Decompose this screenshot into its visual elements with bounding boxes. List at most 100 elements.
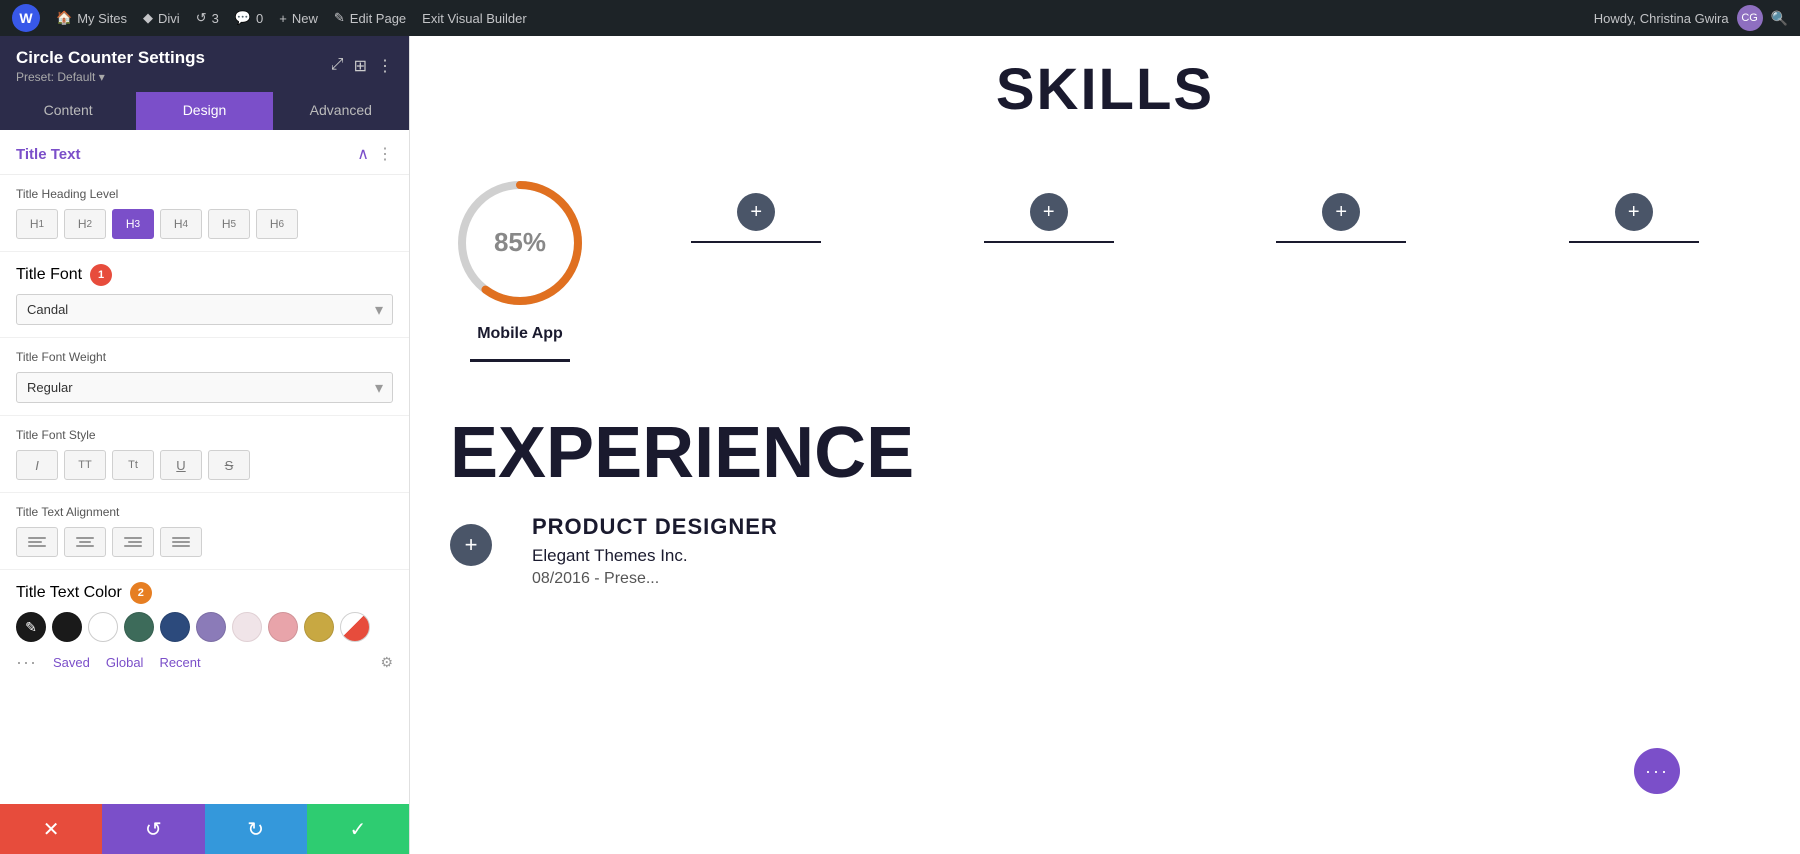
h3-button[interactable]: H3 — [112, 209, 154, 239]
color-settings-icon[interactable]: ⚙ — [380, 654, 393, 671]
title-alignment-group: Title Text Alignment — [0, 493, 409, 570]
job-title: PRODUCT DESIGNER — [532, 514, 1760, 540]
circle-counter-svg: 85% — [450, 173, 590, 313]
capitalize-button[interactable]: Tt — [112, 450, 154, 480]
plus-icon: + — [279, 11, 287, 26]
underline-button[interactable]: U — [160, 450, 202, 480]
add-item-button-2[interactable]: + — [1030, 193, 1068, 231]
h4-button[interactable]: H4 — [160, 209, 202, 239]
edit-page-link[interactable]: ✎ Edit Page — [334, 10, 406, 26]
divi-menu[interactable]: ◆ Divi — [143, 10, 180, 26]
strikethrough-button[interactable]: S — [208, 450, 250, 480]
title-font-weight-select[interactable]: Regular — [16, 372, 393, 403]
add-column-4: + — [1508, 173, 1761, 243]
color-swatch-clear[interactable] — [340, 612, 370, 642]
add-item-button-3[interactable]: + — [1322, 193, 1360, 231]
panel-preset[interactable]: Preset: Default ▾ — [16, 70, 205, 84]
circle-underline — [470, 359, 570, 362]
title-font-group: Title Font 1 Candal — [0, 252, 409, 338]
section-menu-icon[interactable]: ⋮ — [377, 144, 393, 164]
add-underline-1 — [691, 241, 821, 243]
tab-content[interactable]: Content — [0, 92, 136, 130]
h5-button[interactable]: H5 — [208, 209, 250, 239]
global-colors-link[interactable]: Global — [106, 655, 144, 670]
heading-level-buttons: H1 H2 H3 H4 H5 H6 — [16, 209, 393, 239]
color-swatch-gold[interactable] — [304, 612, 334, 642]
align-right-icon — [120, 533, 146, 551]
panel-header-icons: ⤢ ⊞ ⋮ — [331, 56, 393, 76]
title-font-style-label: Title Font Style — [16, 428, 393, 442]
color-swatch-pink[interactable] — [268, 612, 298, 642]
align-justify-icon — [168, 533, 194, 551]
color-swatch-lavender[interactable] — [196, 612, 226, 642]
title-color-section: Title Text Color 2 ✎ — [0, 570, 409, 685]
panel-header-left: Circle Counter Settings Preset: Default … — [16, 48, 205, 84]
align-center-icon — [72, 533, 98, 551]
admin-bar-right: Howdy, Christina Gwira CG 🔍 — [1594, 5, 1788, 31]
recent-colors-link[interactable]: Recent — [159, 655, 200, 670]
title-font-select[interactable]: Candal — [16, 294, 393, 325]
tab-advanced[interactable]: Advanced — [273, 92, 409, 130]
color-swatch-dark-blue[interactable] — [160, 612, 190, 642]
heading-level-label: Title Heading Level — [16, 187, 393, 201]
color-footer: ··· Saved Global Recent ⚙ — [16, 652, 393, 673]
more-colors-icon[interactable]: ··· — [16, 652, 37, 673]
align-left-button[interactable] — [16, 527, 58, 557]
add-experience-button[interactable]: + — [450, 524, 492, 566]
wp-logo-icon[interactable]: W — [12, 4, 40, 32]
updates-menu[interactable]: ↺ 3 — [196, 10, 219, 26]
user-avatar[interactable]: CG — [1737, 5, 1763, 31]
exit-builder-link[interactable]: Exit Visual Builder — [422, 11, 527, 26]
add-column-3: + — [1215, 173, 1468, 243]
title-text-label: Title Text — [16, 146, 80, 163]
circle-counter-label: Mobile App — [477, 325, 563, 343]
align-justify-button[interactable] — [160, 527, 202, 557]
title-font-select-wrapper: Candal — [16, 294, 393, 325]
uppercase-button[interactable]: TT — [64, 450, 106, 480]
panel-body: Title Text ∧ ⋮ Title Heading Level H1 H2… — [0, 130, 409, 804]
title-font-style-group: Title Font Style I TT Tt U S — [0, 416, 409, 493]
title-color-label-row: Title Text Color 2 — [16, 582, 393, 604]
align-right-button[interactable] — [112, 527, 154, 557]
color-swatch-black[interactable] — [52, 612, 82, 642]
color-swatch-white[interactable] — [88, 612, 118, 642]
title-font-label-row: Title Font 1 — [16, 264, 393, 286]
collapse-icon[interactable]: ∧ — [357, 144, 369, 164]
save-button[interactable]: ✓ — [307, 804, 409, 854]
new-menu[interactable]: + New — [279, 11, 318, 26]
align-center-button[interactable] — [64, 527, 106, 557]
circle-counter: 85% Mobile App — [450, 173, 590, 362]
date-range: 08/2016 - Prese... — [532, 570, 1760, 588]
my-sites-menu[interactable]: 🏠 My Sites — [56, 10, 127, 26]
add-underline-3 — [1276, 241, 1406, 243]
comments-menu[interactable]: 💬 0 — [235, 10, 263, 26]
title-color-badge: 2 — [130, 582, 152, 604]
add-item-button-1[interactable]: + — [737, 193, 775, 231]
panel-title: Circle Counter Settings — [16, 48, 205, 68]
redo-button[interactable]: ↻ — [205, 804, 307, 854]
columns-icon[interactable]: ⊞ — [354, 56, 367, 76]
saved-colors-link[interactable]: Saved — [53, 655, 90, 670]
edit-icon: ✎ — [334, 10, 345, 26]
add-column-2: + — [923, 173, 1176, 243]
more-options-icon[interactable]: ⋮ — [377, 56, 393, 76]
h6-button[interactable]: H6 — [256, 209, 298, 239]
italic-button[interactable]: I — [16, 450, 58, 480]
color-picker-button[interactable]: ✎ — [16, 612, 46, 642]
color-swatch-light-pink[interactable] — [232, 612, 262, 642]
tab-design[interactable]: Design — [136, 92, 272, 130]
search-icon[interactable]: 🔍 — [1771, 10, 1788, 27]
alignment-buttons — [16, 527, 393, 557]
floating-dots-button[interactable]: ··· — [1634, 748, 1680, 794]
color-swatch-dark-green[interactable] — [124, 612, 154, 642]
add-item-button-4[interactable]: + — [1615, 193, 1653, 231]
cancel-button[interactable]: ✕ — [0, 804, 102, 854]
reset-button[interactable]: ↺ — [102, 804, 204, 854]
action-bar: ✕ ↺ ↻ ✓ — [0, 804, 409, 854]
fullscreen-icon[interactable]: ⤢ — [331, 56, 344, 76]
h1-button[interactable]: H1 — [16, 209, 58, 239]
circle-counter-row: 85% Mobile App + + + + — [450, 153, 1760, 382]
add-underline-2 — [984, 241, 1114, 243]
main-layout: Circle Counter Settings Preset: Default … — [0, 36, 1800, 854]
h2-button[interactable]: H2 — [64, 209, 106, 239]
